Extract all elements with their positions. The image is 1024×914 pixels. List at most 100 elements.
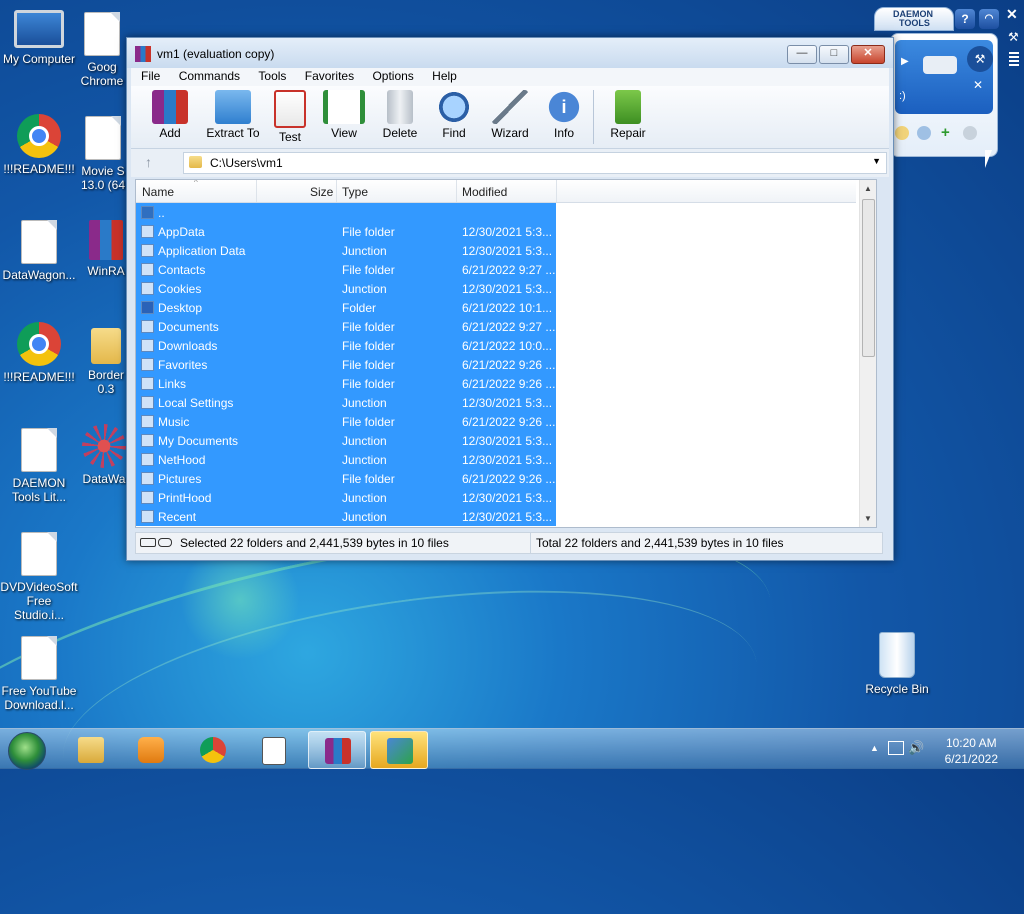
scroll-up-icon[interactable]: ▲ bbox=[864, 184, 872, 193]
help-button[interactable]: ? bbox=[955, 9, 975, 29]
row-name: Pictures bbox=[158, 472, 202, 486]
row-type: Junction bbox=[342, 434, 387, 448]
minimize-icon: — bbox=[796, 47, 808, 59]
desktop-icon-recycle-bin[interactable]: Recycle Bin bbox=[858, 632, 936, 696]
table-row[interactable]: .. bbox=[136, 203, 556, 222]
daemon-brand-sub: TOOLS bbox=[899, 18, 930, 28]
column-type[interactable]: Type bbox=[342, 185, 368, 199]
daemon-tools-icon bbox=[82, 424, 126, 468]
settings-icon[interactable] bbox=[963, 126, 977, 140]
volume-icon[interactable]: 🔊 bbox=[908, 740, 924, 756]
network-icon[interactable] bbox=[888, 741, 904, 755]
column-name[interactable]: Name bbox=[142, 185, 174, 199]
desktop-icon-dvdvideosoft[interactable]: DVDVideoSoft Free Studio.i... bbox=[0, 532, 78, 622]
column-size[interactable]: Size bbox=[310, 185, 333, 199]
row-name: Favorites bbox=[158, 358, 208, 372]
file-list[interactable]: Name ^ Size Type Modified .. AppData File… bbox=[135, 179, 877, 528]
desktop-icon-my-computer[interactable]: My Computer bbox=[0, 10, 78, 66]
table-row[interactable]: Downloads File folder 6/21/2022 10:0... bbox=[136, 336, 556, 355]
add-drive-icon[interactable]: + bbox=[941, 124, 950, 141]
folder-icon bbox=[141, 453, 154, 466]
taskbar-explorer[interactable] bbox=[62, 731, 118, 767]
menu-options[interactable]: Options bbox=[362, 68, 418, 83]
table-row[interactable]: NetHood Junction 12/30/2021 5:3... bbox=[136, 450, 556, 469]
table-row[interactable]: Music File folder 6/21/2022 9:26 ... bbox=[136, 412, 556, 431]
delete-button[interactable]: Delete bbox=[371, 90, 429, 140]
desktop-icon-datawagon-2[interactable]: DataWa bbox=[80, 424, 128, 486]
desktop-icon-free-youtube[interactable]: Free YouTube Download.l... bbox=[0, 636, 78, 712]
table-row[interactable]: PrintHood Junction 12/30/2021 5:3... bbox=[136, 488, 556, 507]
desktop-icon-daemon-tools[interactable]: DAEMON Tools Lit... bbox=[0, 428, 78, 504]
path-text: C:\Users\vm1 bbox=[210, 156, 283, 170]
desktop-icon-readme-2[interactable]: !!!README!!! bbox=[0, 322, 78, 384]
up-arrow-icon[interactable]: ↑ bbox=[145, 154, 152, 170]
key-icon[interactable] bbox=[158, 538, 172, 547]
test-button[interactable]: Test bbox=[261, 90, 319, 144]
table-row[interactable]: Links File folder 6/21/2022 9:26 ... bbox=[136, 374, 556, 393]
gadget-close-icon[interactable]: ✕ bbox=[1006, 6, 1018, 23]
table-row[interactable]: Desktop Folder 6/21/2022 10:1... bbox=[136, 298, 556, 317]
desktop-icon-readme[interactable]: !!!README!!! bbox=[0, 114, 78, 176]
scroll-thumb[interactable] bbox=[862, 199, 875, 357]
menu-tools[interactable]: Tools bbox=[248, 68, 291, 83]
table-row[interactable]: Cookies Junction 12/30/2021 5:3... bbox=[136, 279, 556, 298]
table-row[interactable]: Favorites File folder 6/21/2022 9:26 ... bbox=[136, 355, 556, 374]
table-row[interactable]: Pictures File folder 6/21/2022 9:26 ... bbox=[136, 469, 556, 488]
info-button[interactable]: i Info bbox=[535, 90, 593, 140]
desktop-icon-label: Goog Chrome bbox=[80, 60, 124, 88]
taskbar-app-active[interactable] bbox=[370, 731, 428, 769]
desktop-icon-border[interactable]: Border 0.3 bbox=[84, 320, 128, 396]
start-button[interactable] bbox=[8, 732, 46, 770]
add-button[interactable]: Add bbox=[141, 90, 199, 140]
vertical-scrollbar[interactable]: ▲ ▼ bbox=[859, 180, 876, 527]
taskbar-winrar[interactable] bbox=[308, 731, 366, 769]
table-row[interactable]: Application Data Junction 12/30/2021 5:3..… bbox=[136, 241, 556, 260]
menu-file[interactable]: File bbox=[131, 68, 165, 83]
taskbar-chrome[interactable] bbox=[184, 731, 240, 767]
table-row[interactable]: Documents File folder 6/21/2022 9:27 ... bbox=[136, 317, 556, 336]
menu-help[interactable]: Help bbox=[422, 68, 462, 83]
scroll-down-icon[interactable]: ▼ bbox=[864, 514, 872, 523]
virtual-drive-panel[interactable]: ▶ ⚒ ✕ :) bbox=[895, 40, 993, 114]
table-row[interactable]: Contacts File folder 6/21/2022 9:27 ... bbox=[136, 260, 556, 279]
minimize-button[interactable]: — bbox=[787, 45, 817, 64]
path-combobox[interactable]: C:\Users\vm1 ▼ bbox=[183, 152, 887, 174]
clock[interactable]: 10:20 AM 6/21/2022 bbox=[945, 735, 998, 767]
extract-to-button[interactable]: Extract To bbox=[201, 90, 265, 140]
row-name: Application Data bbox=[158, 244, 246, 258]
table-row[interactable]: Recent Junction 12/30/2021 5:3... bbox=[136, 507, 556, 526]
table-row[interactable]: AppData File folder 12/30/2021 5:3... bbox=[136, 222, 556, 241]
folder-icon bbox=[141, 339, 154, 352]
repair-button[interactable]: Repair bbox=[599, 90, 657, 140]
desktop-icon-movie[interactable]: Movie S 13.0 (64 bbox=[78, 116, 128, 192]
menu-bar: File Commands Tools Favorites Options He… bbox=[131, 68, 889, 86]
table-row[interactable]: Local Settings Junction 12/30/2021 5:3... bbox=[136, 393, 556, 412]
maximize-button[interactable]: □ bbox=[819, 45, 849, 64]
menu-commands[interactable]: Commands bbox=[169, 68, 245, 83]
image-icon[interactable] bbox=[917, 126, 931, 140]
close-button[interactable]: ✕ bbox=[851, 45, 885, 64]
document-icon bbox=[21, 220, 57, 264]
column-modified[interactable]: Modified bbox=[462, 185, 507, 199]
gadget-drag-handle[interactable] bbox=[1009, 52, 1019, 66]
rss-button[interactable]: ◠ bbox=[979, 9, 999, 29]
wizard-button[interactable]: Wizard bbox=[481, 90, 539, 140]
view-button[interactable]: View bbox=[315, 90, 373, 140]
find-button[interactable]: Find bbox=[425, 90, 483, 140]
sort-arrow-icon: ^ bbox=[194, 179, 198, 187]
drive-status-icon[interactable] bbox=[140, 538, 156, 547]
show-hidden-icons-icon[interactable]: ▲ bbox=[870, 743, 879, 753]
desktop-icon-winrar[interactable]: WinRA bbox=[84, 220, 128, 278]
menu-favorites[interactable]: Favorites bbox=[295, 68, 359, 83]
wrench-icon: ⚒ bbox=[967, 46, 993, 72]
mount-icon[interactable] bbox=[895, 126, 909, 140]
title-bar[interactable]: vm1 (evaluation copy) — □ ✕ bbox=[127, 38, 893, 68]
gadget-tool-icon[interactable]: ⚒ bbox=[1008, 30, 1019, 44]
desktop-icon-datawagon[interactable]: DataWagon... bbox=[0, 220, 78, 282]
chevron-down-icon[interactable]: ▼ bbox=[872, 156, 881, 166]
taskbar-media-player[interactable] bbox=[122, 731, 178, 767]
table-row[interactable]: My Documents Junction 12/30/2021 5:3... bbox=[136, 431, 556, 450]
desktop-icon-chrome[interactable]: Goog Chrome bbox=[76, 12, 128, 88]
taskbar-notepad[interactable] bbox=[246, 731, 302, 767]
row-type: Junction bbox=[342, 282, 387, 296]
